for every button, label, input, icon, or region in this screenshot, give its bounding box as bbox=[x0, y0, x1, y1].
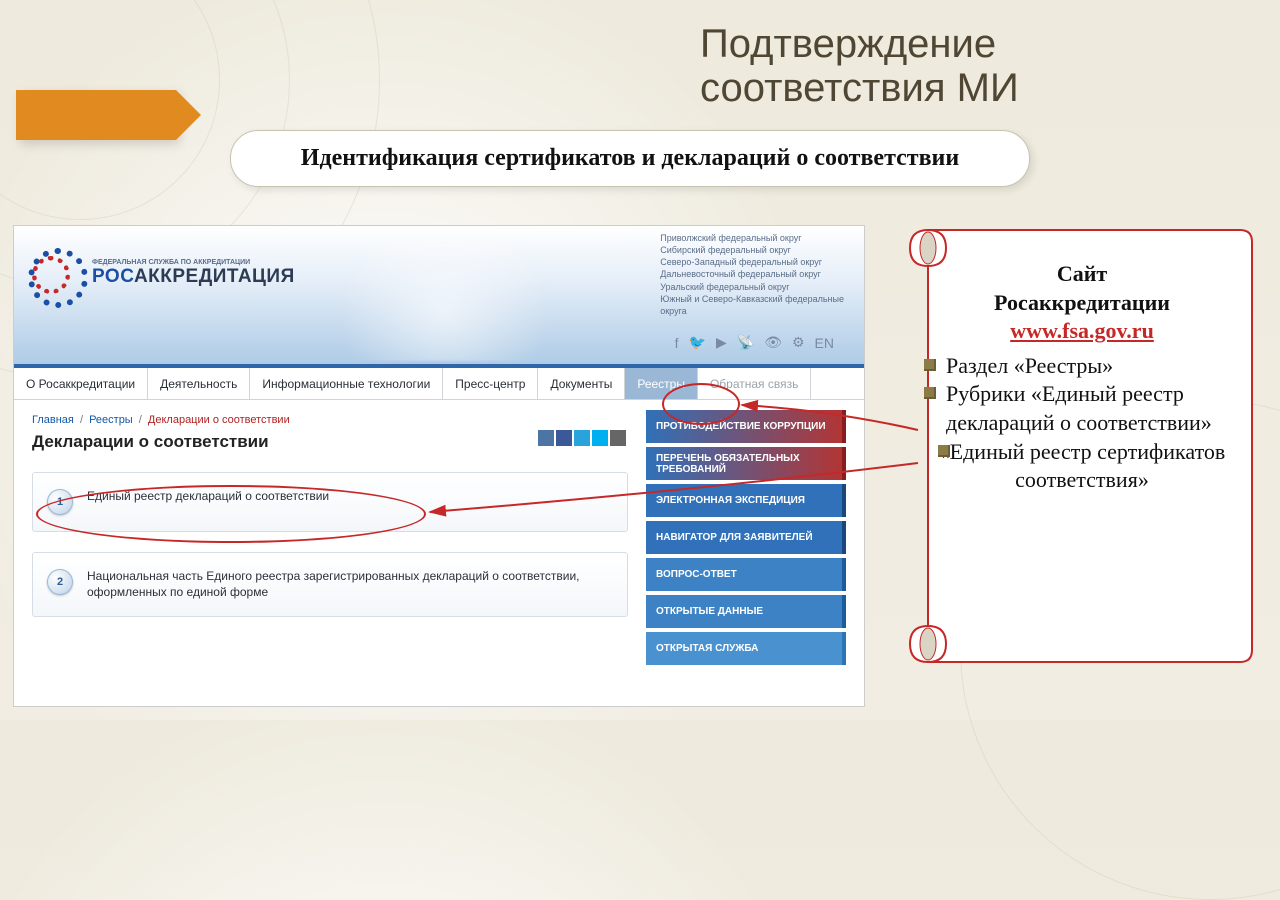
nav-docs[interactable]: Документы bbox=[538, 368, 625, 399]
twitter-icon[interactable]: 🐦 bbox=[689, 334, 706, 351]
side-btn[interactable]: ОТКРЫТАЯ СЛУЖБА bbox=[646, 632, 846, 665]
district-item[interactable]: Уральский федеральный округ bbox=[660, 281, 844, 293]
facebook-icon[interactable]: f bbox=[675, 335, 679, 351]
district-item[interactable]: Приволжский федеральный округ bbox=[660, 232, 844, 244]
breadcrumb: Главная / Реестры / Декларации о соответ… bbox=[32, 414, 628, 426]
district-item[interactable]: Южный и Северо-Кавказский федеральные bbox=[660, 293, 844, 305]
side-buttons: ПРОТИВОДЕЙСТВИЕ КОРРУПЦИИ ПЕРЕЧЕНЬ ОБЯЗА… bbox=[646, 410, 846, 665]
nav-activity[interactable]: Деятельность bbox=[148, 368, 250, 399]
note-line2: Росаккредитации bbox=[924, 289, 1240, 318]
entry-number: 2 bbox=[47, 569, 73, 595]
slide-title: Подтверждение соответствия МИ bbox=[700, 22, 1019, 110]
district-item: округа bbox=[660, 305, 844, 317]
note-bullet: Рубрики «Единый реестр деклараций о соот… bbox=[924, 380, 1240, 437]
site-logo[interactable]: ФЕДЕРАЛЬНАЯ СЛУЖБА ПО АККРЕДИТАЦИИ РОСАК… bbox=[28, 244, 295, 302]
social-row: f 🐦 ▶ 📡 👁 ⚙ EN bbox=[675, 334, 834, 351]
slide-title-line1: Подтверждение bbox=[700, 22, 1019, 66]
entry-text: Национальная часть Единого реестра зарег… bbox=[87, 569, 613, 600]
site-header: ФЕДЕРАЛЬНАЯ СЛУЖБА ПО АККРЕДИТАЦИИ РОСАК… bbox=[14, 226, 864, 364]
sitemap-icon[interactable]: ⚙ bbox=[792, 334, 805, 351]
entry-text: Единый реестр деклараций о соответствии bbox=[87, 489, 329, 505]
eye-icon[interactable]: 👁 bbox=[764, 334, 782, 351]
nav-registries[interactable]: Реестры bbox=[625, 368, 698, 399]
side-btn[interactable]: ОТКРЫТЫЕ ДАННЫЕ bbox=[646, 595, 846, 628]
district-item[interactable]: Северо-Западный федеральный округ bbox=[660, 256, 844, 268]
breadcrumb-section[interactable]: Реестры bbox=[89, 414, 133, 426]
logo-prefix: РОС bbox=[92, 266, 134, 287]
print-icon[interactable] bbox=[610, 430, 626, 446]
lang-switch[interactable]: EN bbox=[815, 335, 834, 351]
side-btn[interactable]: ПЕРЕЧЕНЬ ОБЯЗАТЕЛЬНЫХ ТРЕБОВАНИЙ bbox=[646, 447, 846, 480]
youtube-icon[interactable]: ▶ bbox=[716, 334, 727, 351]
nav-about[interactable]: О Росаккредитации bbox=[14, 368, 148, 399]
share-icons bbox=[538, 430, 626, 446]
side-btn[interactable]: НАВИГАТОР ДЛЯ ЗАЯВИТЕЛЕЙ bbox=[646, 521, 846, 554]
logo-subtitle: ФЕДЕРАЛЬНАЯ СЛУЖБА ПО АККРЕДИТАЦИИ bbox=[92, 259, 295, 266]
side-btn[interactable]: ЭЛЕКТРОННАЯ ЭКСПЕДИЦИЯ bbox=[646, 484, 846, 517]
note-url[interactable]: www.fsa.gov.ru bbox=[1010, 318, 1154, 343]
logo-suffix: АККРЕДИТАЦИЯ bbox=[134, 266, 295, 287]
main-nav: О Росаккредитации Деятельность Информаци… bbox=[14, 364, 864, 400]
slide-title-line2: соответствия МИ bbox=[700, 66, 1019, 110]
registry-entry-1[interactable]: 1 Единый реестр деклараций о соответстви… bbox=[32, 472, 628, 532]
breadcrumb-current: Декларации о соответствии bbox=[148, 414, 290, 426]
nav-it[interactable]: Информационные технологии bbox=[250, 368, 443, 399]
skype-icon[interactable] bbox=[592, 430, 608, 446]
entry-number: 1 bbox=[47, 489, 73, 515]
side-btn[interactable]: ВОПРОС-ОТВЕТ bbox=[646, 558, 846, 591]
note-panel: Сайт Росаккредитации www.fsa.gov.ru Разд… bbox=[880, 226, 1260, 666]
logo-icon bbox=[28, 244, 86, 302]
map-decoration bbox=[284, 236, 604, 361]
vk-icon[interactable] bbox=[538, 430, 554, 446]
rss-icon[interactable]: 📡 bbox=[737, 334, 754, 351]
subtitle-text: Идентификация сертификатов и деклараций … bbox=[301, 145, 959, 171]
site-content: Главная / Реестры / Декларации о соответ… bbox=[14, 400, 864, 665]
nav-feedback[interactable]: Обратная связь bbox=[698, 368, 811, 399]
note-bullet: Раздел «Реестры» bbox=[924, 352, 1240, 381]
side-btn[interactable]: ПРОТИВОДЕЙСТВИЕ КОРРУПЦИИ bbox=[646, 410, 846, 443]
note-bullet: «Единый реестр сертификатов соответствия… bbox=[924, 438, 1240, 495]
website-screenshot: ФЕДЕРАЛЬНАЯ СЛУЖБА ПО АККРЕДИТАЦИИ РОСАК… bbox=[14, 226, 864, 706]
registry-entry-2[interactable]: 2 Национальная часть Единого реестра зар… bbox=[32, 552, 628, 617]
fb-icon[interactable] bbox=[556, 430, 572, 446]
district-item[interactable]: Дальневосточный федеральный округ bbox=[660, 268, 844, 280]
twitter-share-icon[interactable] bbox=[574, 430, 590, 446]
breadcrumb-home[interactable]: Главная bbox=[32, 414, 74, 426]
district-list: Приволжский федеральный округ Сибирский … bbox=[660, 232, 844, 317]
nav-press[interactable]: Пресс-центр bbox=[443, 368, 538, 399]
accent-tab bbox=[16, 90, 176, 140]
note-line1: Сайт bbox=[924, 260, 1240, 289]
subtitle-box: Идентификация сертификатов и деклараций … bbox=[230, 130, 1030, 187]
district-item[interactable]: Сибирский федеральный округ bbox=[660, 244, 844, 256]
